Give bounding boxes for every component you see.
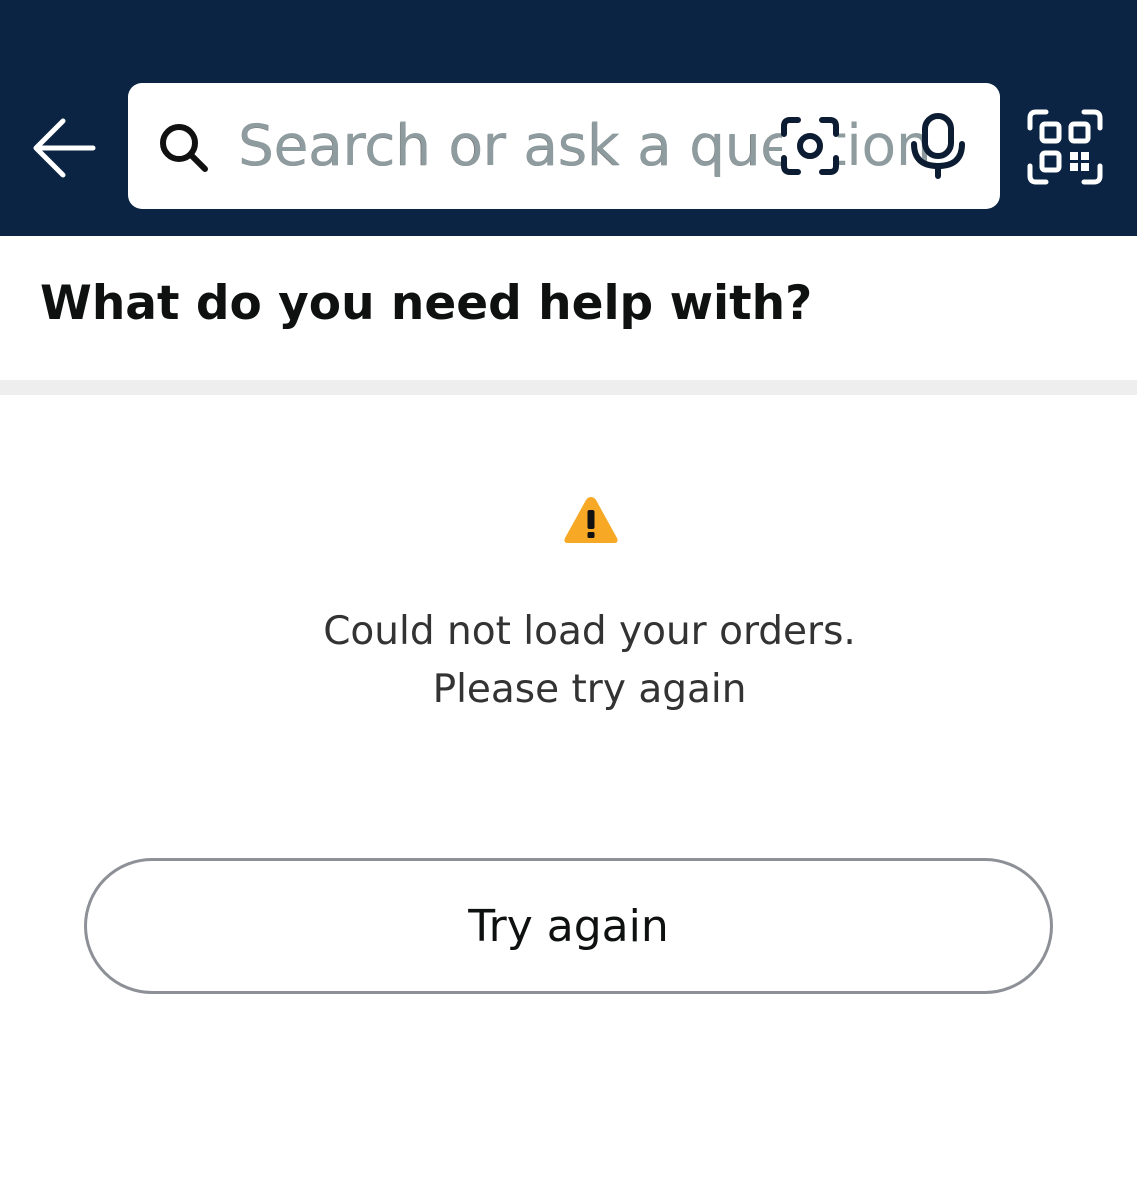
search-icon (160, 124, 208, 172)
warning-icon (564, 497, 618, 543)
microphone-icon[interactable] (906, 112, 970, 180)
try-again-label: Try again (468, 900, 669, 952)
error-message-line-1: Could not load your orders. (323, 609, 856, 654)
try-again-button[interactable]: Try again (84, 858, 1053, 994)
error-message-line-2: Please try again (432, 667, 747, 712)
qr-code-scan-icon[interactable] (1026, 108, 1104, 186)
section-divider (0, 380, 1137, 395)
search-input[interactable] (238, 100, 778, 192)
page-title: What do you need help with? (40, 276, 813, 331)
camera-scan-icon[interactable] (778, 114, 842, 178)
back-button[interactable] (22, 106, 106, 190)
arrow-left-icon (33, 118, 96, 178)
